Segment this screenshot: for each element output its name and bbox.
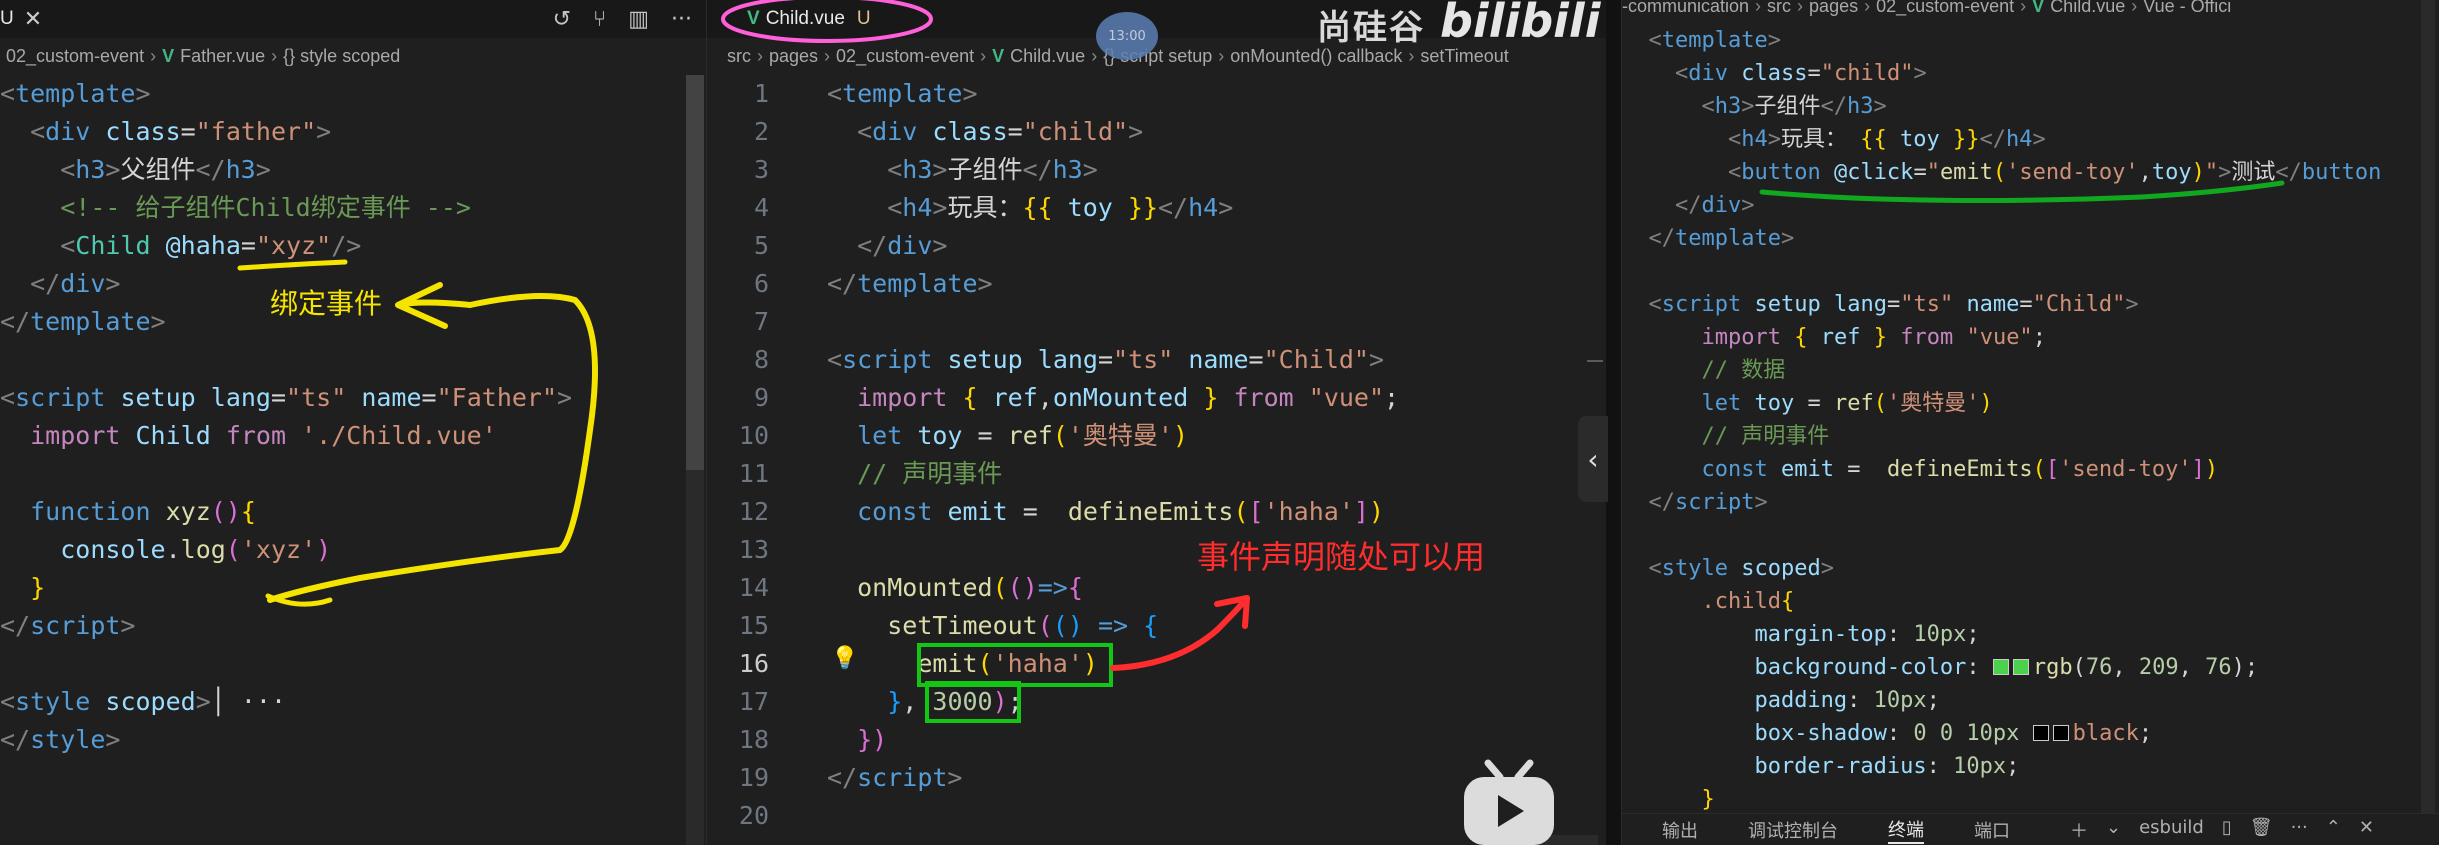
chevron-down-icon[interactable]: ⌄ bbox=[2106, 817, 2121, 843]
clock-badge: 13:00 bbox=[1096, 12, 1158, 60]
panel-tab-ports[interactable]: 端口 bbox=[1974, 817, 2010, 843]
terminal-actions: ＋ ⌄ esbuild ▯ 🗑 ··· ⌃ ✕ bbox=[2070, 817, 2374, 843]
chevron-left-icon: ‹ bbox=[1587, 442, 1599, 476]
split-terminal-icon[interactable]: ▯ bbox=[2222, 817, 2232, 843]
add-terminal-icon[interactable]: ＋ bbox=[2070, 817, 2088, 843]
more-icon[interactable]: ··· bbox=[2291, 817, 2308, 843]
panel-tab-output[interactable]: 输出 bbox=[1662, 817, 1698, 843]
split-divider[interactable] bbox=[1606, 0, 1621, 845]
trash-icon[interactable]: 🗑 bbox=[2250, 817, 2273, 843]
play-tv-icon[interactable] bbox=[1460, 755, 1558, 845]
close-icon[interactable]: ✕ bbox=[2359, 817, 2374, 843]
chevron-up-icon[interactable]: ⌃ bbox=[2326, 817, 2341, 843]
annotation-drawing bbox=[237, 259, 598, 607]
editor-pane-child: V Child.vue U src › pages › 02_custom-ev… bbox=[706, 0, 1606, 845]
editor-pane-father: U ✕ ↺ ⑂ ▥ ··· 02_custom-event › V Father… bbox=[0, 0, 706, 845]
scrollbar[interactable] bbox=[2421, 0, 2435, 845]
editor-pane-reference: -communication › src › pages › 02_custom… bbox=[1621, 0, 2439, 845]
panel-tab-terminal[interactable]: 终端 bbox=[1888, 816, 1924, 844]
annotation-arrow bbox=[1110, 595, 1250, 671]
bilibili-watermark: bilibili bbox=[1440, 0, 1601, 48]
terminal-name[interactable]: esbuild bbox=[2139, 817, 2204, 843]
collapse-panel-button[interactable]: ‹ bbox=[1578, 416, 1608, 502]
panel-tab-debug-console[interactable]: 调试控制台 bbox=[1748, 817, 1838, 843]
lightbulb-icon[interactable]: 💡 bbox=[831, 646, 858, 671]
bottom-panel-tabs: 输出 调试控制台 终端 端口 ＋ ⌄ esbuild ▯ 🗑 ··· ⌃ ✕ bbox=[1622, 813, 2439, 845]
annotation-underline bbox=[1759, 180, 2285, 204]
brand-watermark: 尚硅谷 bbox=[1317, 8, 1425, 48]
